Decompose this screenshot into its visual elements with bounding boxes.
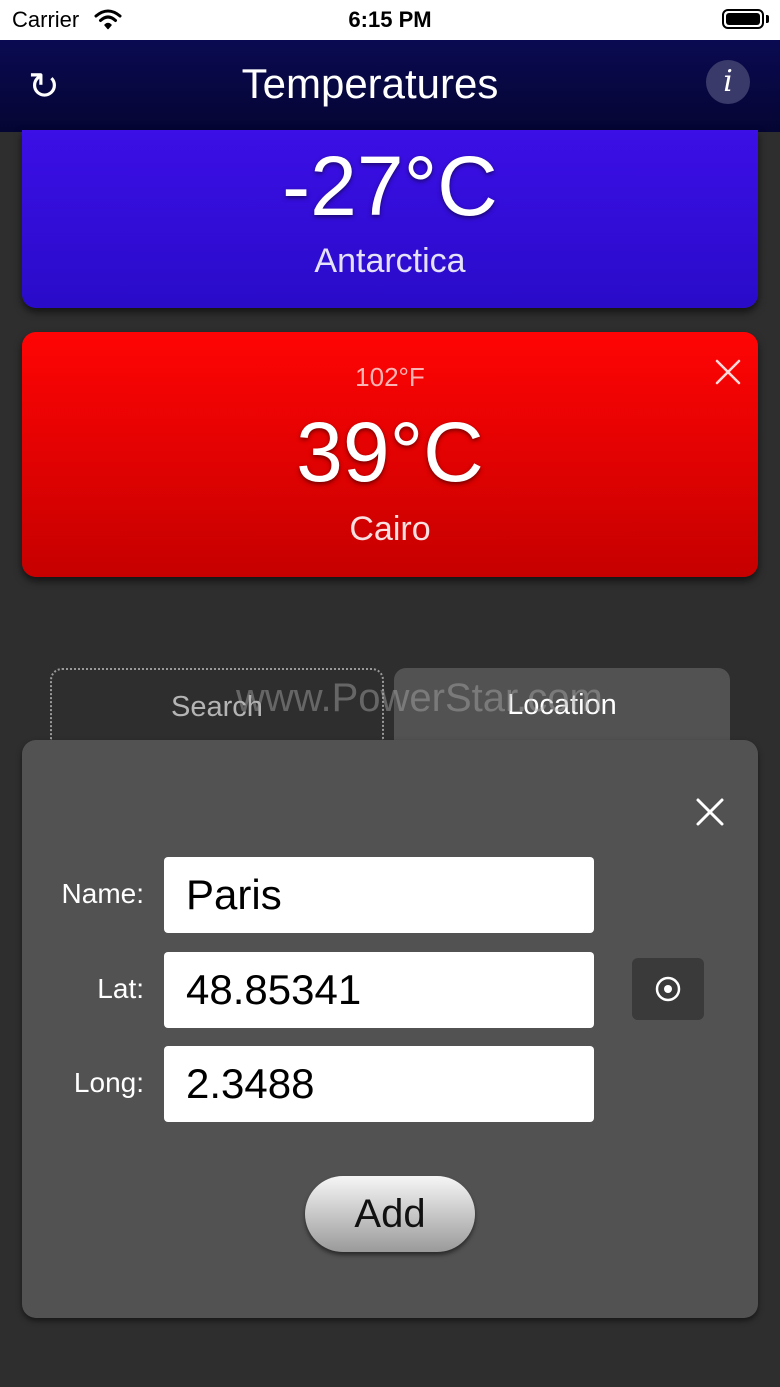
page-title: Temperatures [241, 60, 499, 107]
temperature-value: -27°C [282, 139, 498, 233]
temperature-value: 39°C [296, 405, 484, 499]
lat-field[interactable]: 48.85341 [164, 952, 594, 1028]
temperature-card-antarctica[interactable]: -27°C Antarctica [22, 130, 758, 308]
close-icon[interactable] [714, 358, 742, 386]
status-time: 6:15 PM [348, 7, 432, 32]
fahrenheit-value: 102°F [355, 362, 425, 392]
close-icon[interactable] [694, 796, 726, 828]
city-name: Cairo [349, 510, 431, 548]
long-label: Long: [73, 1067, 144, 1098]
battery-icon [722, 9, 764, 29]
name-label: Name: [61, 878, 144, 909]
name-field[interactable]: Paris [164, 857, 594, 933]
temperature-card-cairo[interactable]: 102°F 39°C Cairo [22, 332, 758, 577]
location-panel: Name: Paris Lat: 48.85341 Long: 2.3488 A… [22, 740, 758, 1318]
battery-cap [766, 15, 769, 23]
nav-bar: ↻ Temperatures i [0, 40, 780, 132]
info-icon[interactable]: i [706, 60, 750, 104]
status-bar: Carrier 6:15 PM [0, 0, 780, 40]
watermark-text: www.PowerStar.com [236, 676, 603, 720]
add-button[interactable]: Add [305, 1176, 475, 1252]
locate-button[interactable] [632, 958, 704, 1020]
city-name: Antarctica [314, 242, 466, 280]
lat-label: Lat: [97, 973, 144, 1004]
long-field[interactable]: 2.3488 [164, 1046, 594, 1122]
locate-icon [655, 976, 681, 1002]
